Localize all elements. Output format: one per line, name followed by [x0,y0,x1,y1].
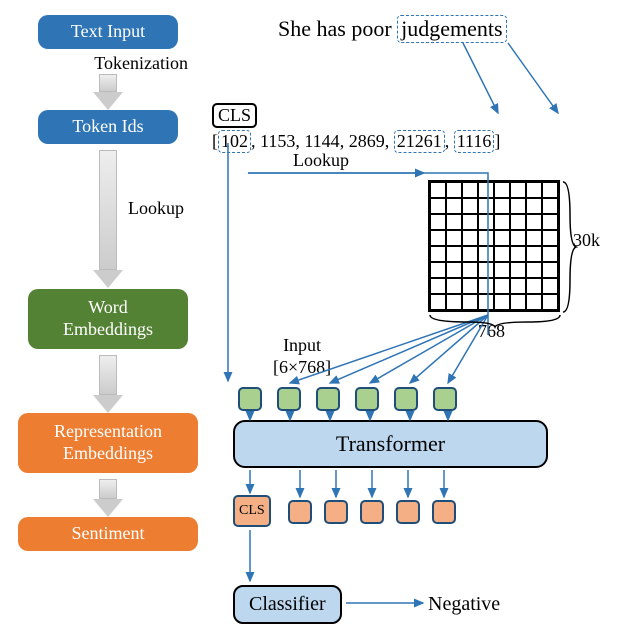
embed-square [316,387,340,411]
token-ids-box: Token Ids [38,110,178,144]
input-dims: Input [6×768] [273,335,331,378]
cls-output: CLS [233,495,271,527]
tok-2: 1144 [304,131,339,151]
tok-5: 1116 [454,130,495,153]
judgements-word: judgements [397,15,506,43]
rep-embeddings-box: Representation Embeddings [18,413,198,473]
word-embeddings-box: Word Embeddings [28,289,188,349]
lookup-label: Lookup [128,198,184,219]
right-diagram: She has poor judgements CLS [102, 1153, … [208,15,626,551]
output-embed-row [288,500,456,524]
word-embed-row [238,387,457,411]
embed-square [277,387,301,411]
cls-label: CLS [212,103,257,128]
input-dims-l2: [6×768] [273,357,331,379]
transformer-box: Transformer [233,420,548,468]
embed-square [288,500,312,524]
output-negative: Negative [428,593,500,616]
grid-rows-label: 30k [573,230,600,251]
embed-square [355,387,379,411]
tok-1: 1153 [260,131,295,151]
arrow-icon [93,479,123,517]
embed-square [324,500,348,524]
tok-4: 21261 [394,130,445,153]
input-sentence: She has poor judgements [278,15,507,43]
tok-3: 2869 [349,131,385,151]
input-dims-l1: Input [273,335,331,357]
text-input-box: Text Input [38,15,178,49]
embed-square [432,500,456,524]
grid-cols-label: 768 [478,321,505,342]
sentence-pre: She has poor [278,16,397,41]
embed-square [360,500,384,524]
sentiment-box: Sentiment [18,517,198,551]
arrow-icon [93,355,123,413]
arrow-icon [93,74,123,110]
embed-square [238,387,262,411]
left-pipeline: Text Input Tokenization Token Ids Lookup… [8,15,208,551]
tok-0: 102 [218,130,251,153]
lookup-label-2: Lookup [293,150,349,171]
classifier-box: Classifier [233,585,342,624]
embed-square [396,500,420,524]
embed-square [433,387,457,411]
embed-square [394,387,418,411]
arrow-icon [93,150,123,288]
token-id-row: CLS [102, 1153, 1144, 2869, 21261, 1116] [212,103,500,153]
grid-cells [428,180,560,312]
lookup-grid: 30k 768 [428,180,560,312]
tokenization-label: Tokenization [94,53,188,74]
